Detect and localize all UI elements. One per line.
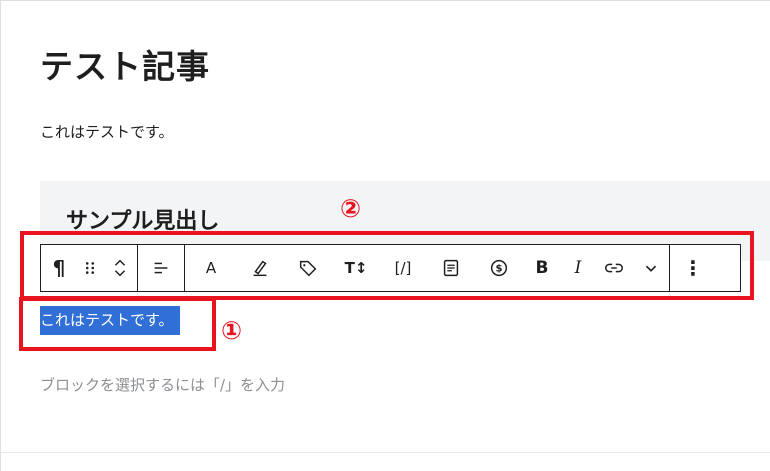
annotation-box-toolbar [20, 231, 754, 300]
frame-left-border [0, 0, 1, 471]
block-appender-placeholder[interactable]: ブロックを選択するには「/」を入力 [40, 374, 285, 395]
paragraph-block[interactable]: これはテストです。 [40, 121, 174, 142]
annotation-label-two: ② [340, 194, 362, 223]
post-title[interactable]: テスト記事 [40, 40, 210, 88]
annotation-label-one: ① [221, 316, 243, 345]
frame-top-border [0, 0, 770, 1]
annotation-box-selection [19, 297, 216, 351]
frame-bottom-border [0, 452, 770, 453]
